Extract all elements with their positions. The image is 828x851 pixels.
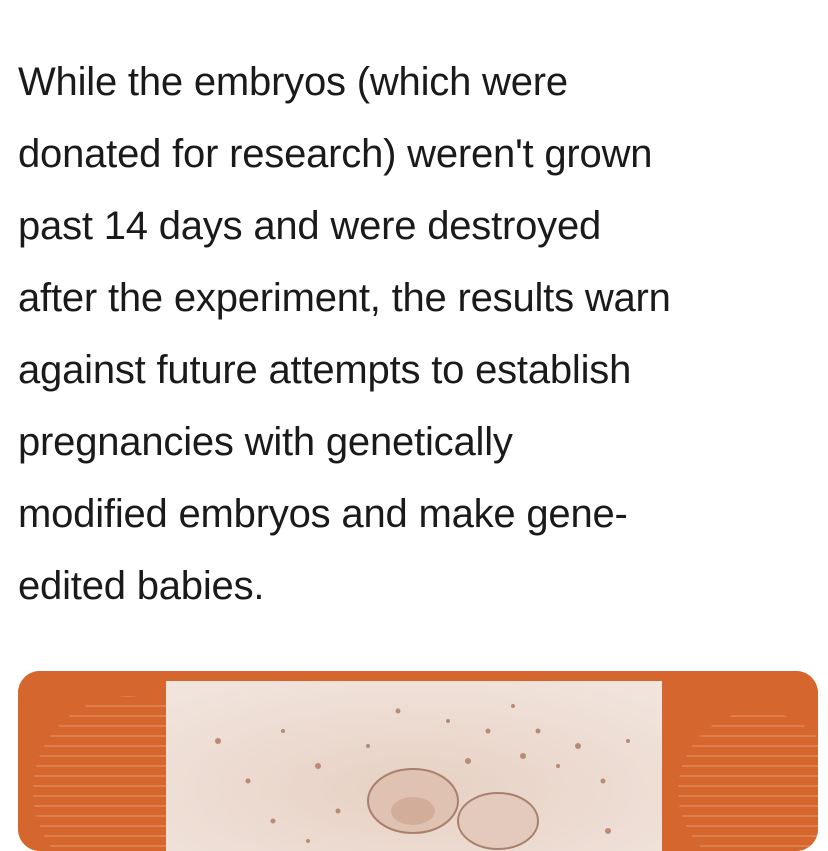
article-paragraph: While the embryos (which were donated fo… — [18, 46, 818, 622]
embryo-nucleus — [391, 797, 435, 825]
embryo-cell — [457, 792, 539, 850]
paragraph-line: after the experiment, the results warn — [18, 276, 671, 320]
paragraph-line: past 14 days and were destroyed — [18, 204, 602, 248]
paragraph-line: against future attempts to establish — [18, 348, 632, 392]
paragraph-line: While the embryos (which were — [18, 60, 568, 104]
article-page: While the embryos (which were donated fo… — [0, 0, 828, 851]
paragraph-line: modified embryos and make gene- — [18, 492, 628, 536]
paragraph-line: edited babies. — [18, 564, 265, 608]
embryo-illustration — [18, 671, 818, 851]
paragraph-line: pregnancies with genetically — [18, 420, 513, 464]
embryo-image[interactable] — [18, 671, 818, 851]
paragraph-line: donated for research) weren't grown — [18, 132, 653, 176]
